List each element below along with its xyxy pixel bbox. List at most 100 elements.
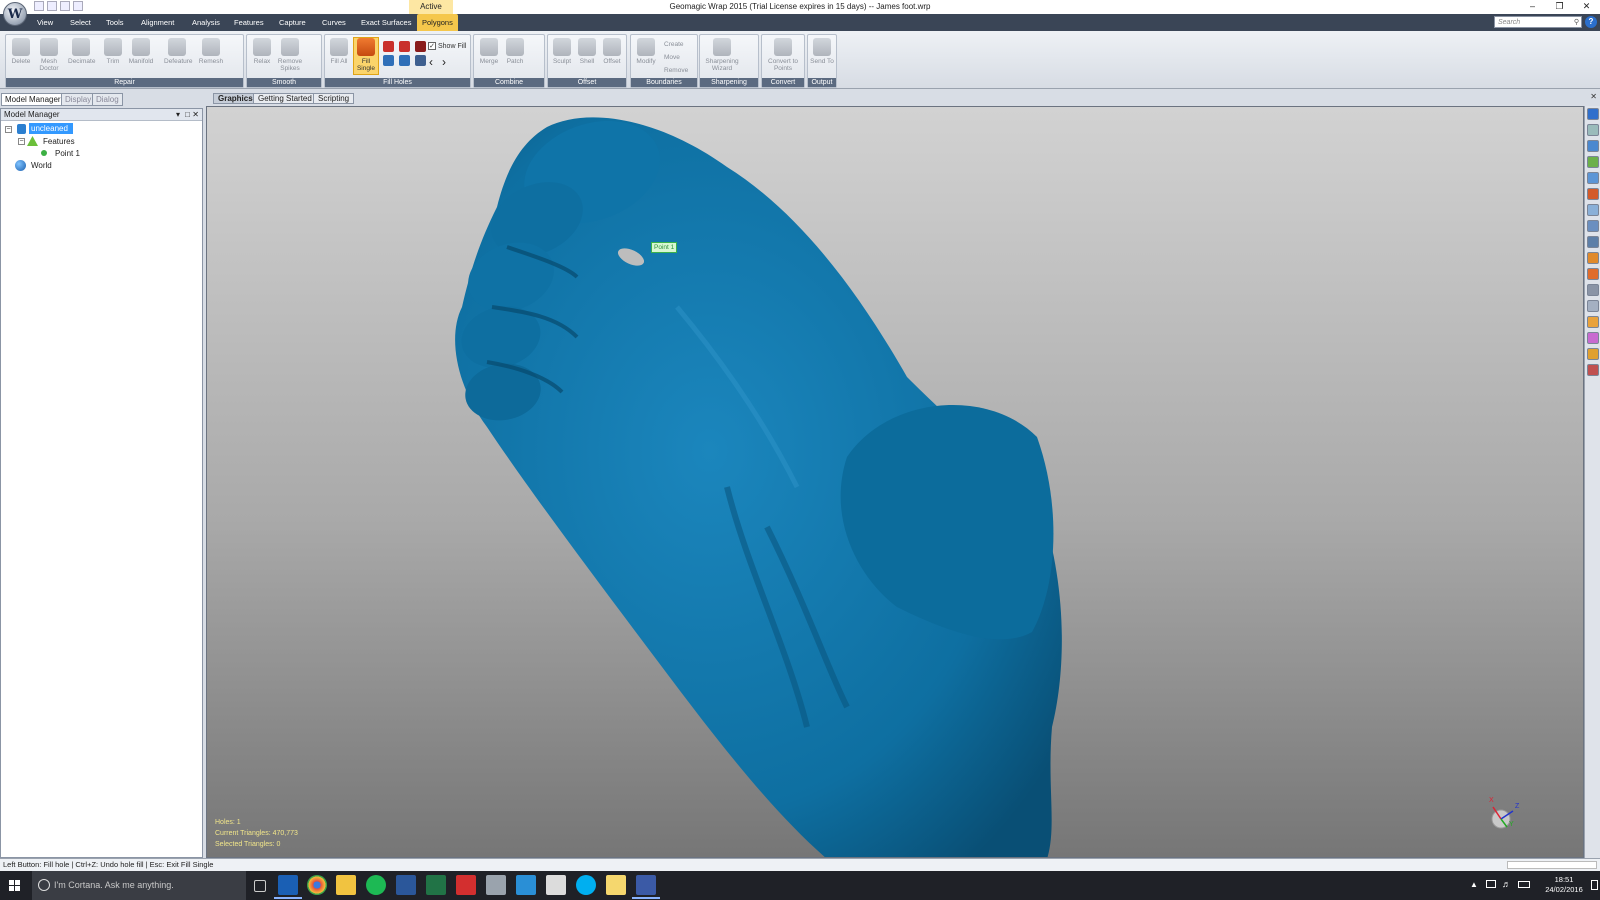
network-icon[interactable] <box>1486 880 1496 888</box>
panel-close-icon[interactable]: ✕ <box>192 109 199 121</box>
convert-to-points-button[interactable]: Convert to Points <box>764 38 802 72</box>
shell-button[interactable]: Shell <box>574 38 600 65</box>
cortana-search-box[interactable]: I'm Cortana. Ask me anything. <box>32 871 246 900</box>
fill-complete-icon[interactable] <box>383 41 394 52</box>
patch-button[interactable]: Patch <box>502 38 528 65</box>
send-to-button[interactable]: Send To <box>809 38 835 65</box>
tab-capture[interactable]: Capture <box>279 14 306 31</box>
trim-button[interactable]: Trim <box>100 38 126 65</box>
tab-dialog[interactable]: Dialog <box>92 93 123 106</box>
modify-button[interactable]: Modify <box>633 38 659 65</box>
view-left-icon[interactable] <box>1587 252 1599 264</box>
graphics-viewport[interactable]: Point 1 Holes: 1 Current Triangles: 470,… <box>206 106 1584 858</box>
skype-icon[interactable] <box>576 875 596 895</box>
acrobat-icon[interactable] <box>456 875 476 895</box>
point-1-label[interactable]: Point 1 <box>651 242 678 253</box>
undo-icon[interactable] <box>60 1 70 11</box>
fill-tangent-icon[interactable] <box>399 55 410 66</box>
tab-polygons[interactable]: Polygons <box>417 14 458 31</box>
minimize-button[interactable]: – <box>1519 0 1546 14</box>
tab-model-manager[interactable]: Model Manager <box>1 93 65 106</box>
clock[interactable]: 18:51 24/02/2016 <box>1540 875 1588 895</box>
file-explorer-icon[interactable] <box>336 875 356 895</box>
airplane-icon[interactable] <box>546 875 566 895</box>
view-isometric-icon[interactable] <box>1587 284 1599 296</box>
show-fill-checkbox[interactable]: ✓ Show Fill <box>428 42 466 50</box>
create-boundary-button[interactable]: Create <box>664 41 684 48</box>
tree-item-world[interactable]: World <box>31 160 52 171</box>
spotify-icon[interactable] <box>366 875 386 895</box>
task-view-icon[interactable] <box>254 880 266 892</box>
offset-button[interactable]: Offset <box>599 38 625 65</box>
close-button[interactable]: ✕ <box>1573 0 1600 14</box>
save-icon[interactable] <box>47 1 57 11</box>
tab-graphics[interactable]: Graphics <box>213 93 258 104</box>
tree-item-point-1[interactable]: Point 1 <box>55 148 80 159</box>
fill-flat-icon[interactable] <box>415 55 426 66</box>
word-icon[interactable] <box>396 875 416 895</box>
viewport-close-icon[interactable]: ✕ <box>1590 92 1597 101</box>
mesh-doctor-button[interactable]: Mesh Doctor <box>36 38 62 72</box>
tab-display[interactable]: Display <box>61 93 96 106</box>
view-bottom-icon[interactable] <box>1587 236 1599 248</box>
delete-button[interactable]: Delete <box>8 38 34 65</box>
view-zoom-icon[interactable] <box>1587 300 1599 312</box>
view-right-icon[interactable] <box>1587 268 1599 280</box>
collapse-features-icon[interactable]: − <box>18 138 25 145</box>
panel-pin-icon[interactable]: □ <box>185 109 190 121</box>
tree-item-features[interactable]: Features <box>43 136 75 147</box>
view-light-icon[interactable] <box>1587 156 1599 168</box>
view-render-icon[interactable] <box>1587 364 1599 376</box>
merge-button[interactable]: Merge <box>476 38 502 65</box>
outlook-icon[interactable] <box>274 875 302 899</box>
fill-partial-icon[interactable] <box>399 41 410 52</box>
tray-up-arrow-icon[interactable]: ▲ <box>1470 880 1478 889</box>
sculpt-button[interactable]: Sculpt <box>549 38 575 65</box>
view-selection-icon[interactable] <box>1587 316 1599 328</box>
tree-item-uncleaned[interactable]: uncleaned <box>29 123 73 134</box>
folder-icon[interactable] <box>606 875 626 895</box>
fill-single-button[interactable]: Fill Single <box>353 37 379 75</box>
remove-spikes-button[interactable]: Remove Spikes <box>277 38 303 72</box>
search-input[interactable]: Search ⚲ <box>1494 16 1582 28</box>
chrome-icon[interactable] <box>307 875 327 895</box>
battery-icon[interactable] <box>1518 881 1530 888</box>
start-button[interactable] <box>0 871 28 900</box>
view-model-manager-icon[interactable] <box>1587 108 1599 120</box>
panel-menu-icon[interactable]: ▾ <box>176 109 180 121</box>
tab-tools[interactable]: Tools <box>106 14 124 31</box>
decimate-button[interactable]: Decimate <box>68 38 95 65</box>
restore-button[interactable]: ❐ <box>1546 0 1573 14</box>
tab-analysis[interactable]: Analysis <box>192 14 220 31</box>
new-file-icon[interactable] <box>34 1 44 11</box>
remesh-button[interactable]: Remesh <box>198 38 224 65</box>
tab-exact-surfaces[interactable]: Exact Surfaces <box>361 14 411 31</box>
remove-boundary-button[interactable]: Remove <box>664 67 688 74</box>
tab-view[interactable]: View <box>37 14 53 31</box>
help-icon[interactable]: ? <box>1585 16 1597 28</box>
tab-select[interactable]: Select <box>70 14 91 31</box>
fill-bridge-icon[interactable] <box>415 41 426 52</box>
geomagic-icon[interactable] <box>632 875 660 899</box>
search-icon[interactable]: ⚲ <box>1574 17 1579 28</box>
view-texture-icon[interactable] <box>1587 348 1599 360</box>
view-top-icon[interactable] <box>1587 220 1599 232</box>
tab-alignment[interactable]: Alignment <box>141 14 174 31</box>
redo-icon[interactable] <box>73 1 83 11</box>
view-fit-icon[interactable] <box>1587 140 1599 152</box>
chess-icon[interactable] <box>486 875 506 895</box>
view-front-icon[interactable] <box>1587 172 1599 184</box>
view-clipping-icon[interactable] <box>1587 332 1599 344</box>
manifold-button[interactable]: Manifold <box>128 38 154 65</box>
notifications-icon[interactable] <box>1591 880 1598 890</box>
show-fill-check[interactable]: ✓ <box>428 42 436 50</box>
move-boundary-button[interactable]: Move <box>664 54 680 61</box>
photos-icon[interactable] <box>516 875 536 895</box>
tab-features[interactable]: Features <box>234 14 264 31</box>
fill-curvature-icon[interactable] <box>383 55 394 66</box>
volume-icon[interactable]: ♬ <box>1502 879 1511 889</box>
view-back-icon[interactable] <box>1587 204 1599 216</box>
tab-scripting[interactable]: Scripting <box>313 93 355 104</box>
tab-getting-started[interactable]: Getting Started <box>253 93 317 104</box>
axis-triad[interactable]: X Z Y <box>1483 797 1523 831</box>
